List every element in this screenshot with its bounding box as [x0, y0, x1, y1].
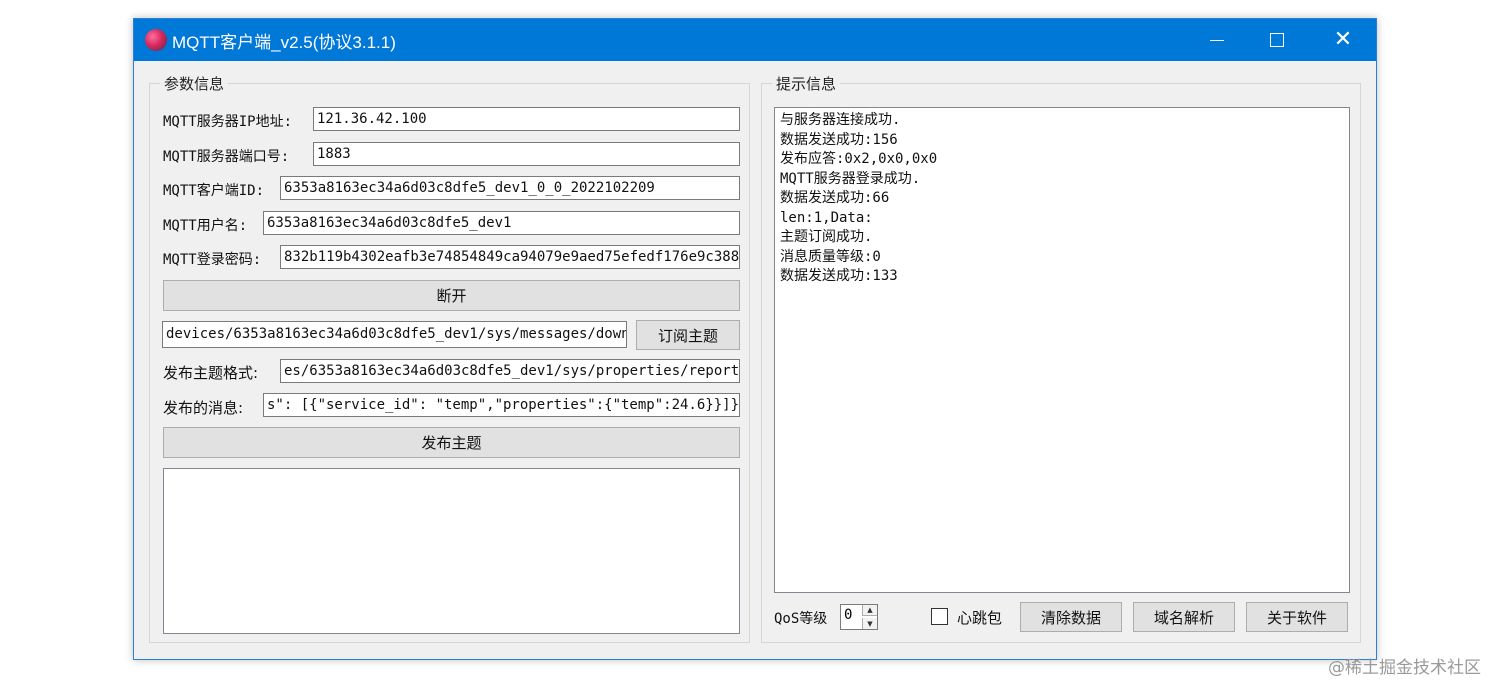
log-line: 发布应答:0x2,0x0,0x0	[780, 151, 938, 167]
log-line: 消息质量等级:0	[780, 248, 881, 265]
minimize-icon	[1210, 39, 1224, 41]
server-port-label: MQTT服务器端口号:	[163, 149, 290, 165]
minimize-button[interactable]	[1184, 19, 1250, 61]
log-line: 数据发送成功:66	[780, 190, 890, 206]
publish-button[interactable]: 发布主题	[163, 427, 740, 458]
maximize-icon	[1270, 33, 1284, 47]
maximize-button[interactable]	[1244, 19, 1310, 61]
client-id-input[interactable]: 6353a8163ec34a6d03c8dfe5_dev1_0_0_202210…	[280, 176, 740, 200]
publish-message-label: 发布的消息:	[163, 399, 244, 417]
dns-resolve-button[interactable]: 域名解析	[1133, 602, 1235, 632]
spin-up-icon[interactable]: ▲	[862, 605, 877, 616]
server-ip-label: MQTT服务器IP地址:	[163, 114, 293, 130]
log-textarea[interactable]: 与服务器连接成功. 数据发送成功:156 发布应答:0x2,0x0,0x0 MQ…	[774, 107, 1350, 593]
log-line: 与服务器连接成功.	[780, 112, 901, 128]
log-line: 数据发送成功:133	[780, 268, 898, 284]
spin-down-icon[interactable]: ▼	[862, 618, 877, 629]
close-button[interactable]: ✕	[1310, 19, 1376, 61]
log-line: MQTT服务器登录成功.	[780, 170, 921, 187]
client-id-label: MQTT客户端ID:	[163, 183, 265, 199]
about-button[interactable]: 关于软件	[1246, 602, 1348, 632]
publish-topic-label: 发布主题格式:	[163, 364, 259, 382]
watermark: @稀土掘金技术社区	[1328, 658, 1481, 678]
title-bar[interactable]: MQTT客户端_v2.5(协议3.1.1) ✕	[134, 19, 1376, 61]
disconnect-button[interactable]: 断开	[163, 280, 740, 311]
params-group: 参数信息 MQTT服务器IP地址: 121.36.42.100 MQTT服务器端…	[149, 73, 750, 643]
subscribe-button[interactable]: 订阅主题	[636, 320, 740, 350]
server-ip-input[interactable]: 121.36.42.100	[313, 107, 740, 131]
heartbeat-label: 心跳包	[957, 609, 1003, 627]
password-label: MQTT登录密码:	[163, 252, 262, 268]
username-label: MQTT用户名:	[163, 218, 248, 234]
username-input[interactable]: 6353a8163ec34a6d03c8dfe5_dev1	[263, 211, 740, 235]
qos-value: 0	[844, 607, 853, 623]
info-group: 提示信息 与服务器连接成功. 数据发送成功:156 发布应答:0x2,0x0,0…	[761, 73, 1361, 643]
subscribe-topic-input[interactable]: devices/6353a8163ec34a6d03c8dfe5_dev1/sy…	[162, 321, 627, 348]
log-line: len:1,Data:	[780, 209, 873, 226]
message-textarea[interactable]	[163, 468, 740, 634]
app-window: MQTT客户端_v2.5(协议3.1.1) ✕ 参数信息 MQTT服务器IP地址…	[133, 18, 1377, 660]
log-line: 主题订阅成功.	[780, 229, 873, 245]
server-port-input[interactable]: 1883	[313, 142, 740, 166]
password-input[interactable]: 832b119b4302eafb3e74854849ca94079e9aed75…	[280, 245, 740, 269]
qos-spinbox[interactable]: 0 ▲ ▼	[840, 604, 878, 630]
heartbeat-checkbox[interactable]	[931, 608, 948, 625]
app-logo-icon	[145, 29, 167, 51]
qos-label: QoS等级	[774, 611, 828, 627]
info-group-title: 提示信息	[772, 73, 841, 94]
publish-message-input[interactable]: s": [{"service_id": "temp","properties":…	[263, 393, 740, 417]
window-title: MQTT客户端_v2.5(协议3.1.1)	[172, 33, 396, 52]
clear-data-button[interactable]: 清除数据	[1020, 602, 1122, 632]
close-icon: ✕	[1333, 27, 1353, 52]
params-group-title: 参数信息	[160, 73, 229, 94]
publish-topic-input[interactable]: es/6353a8163ec34a6d03c8dfe5_dev1/sys/pro…	[280, 359, 740, 383]
log-line: 数据发送成功:156	[780, 131, 898, 148]
